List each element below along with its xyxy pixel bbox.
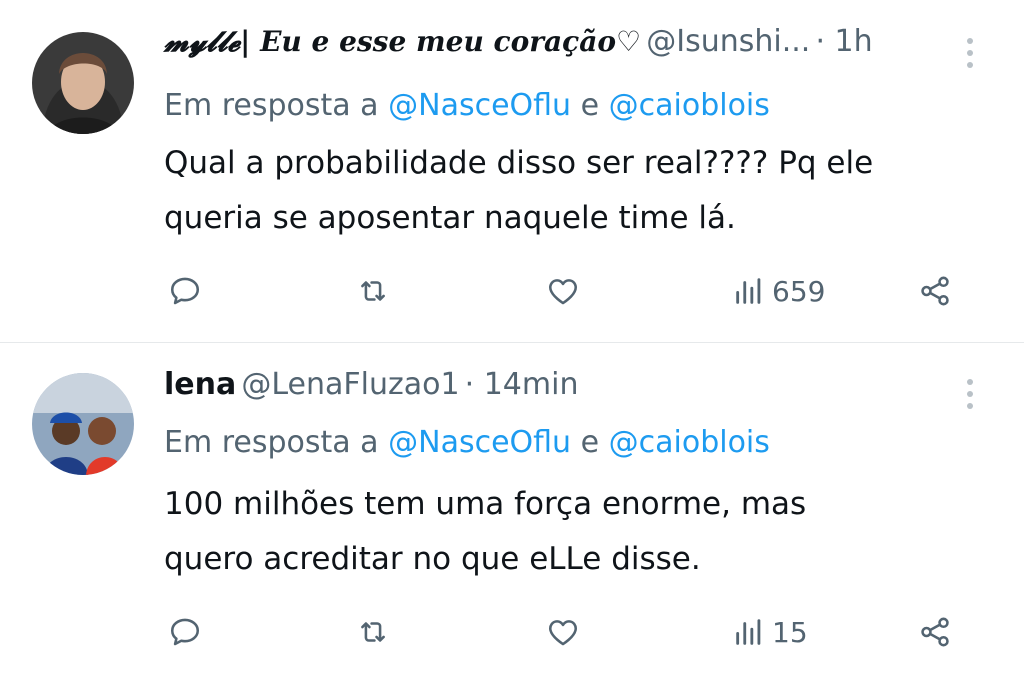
avatar[interactable] (32, 373, 134, 475)
views-button[interactable]: 659 (732, 266, 825, 316)
reply-context: Em resposta a @NasceOflu e @caioblois (164, 425, 770, 460)
retweet-button[interactable] (356, 266, 390, 316)
reply-conjunction: e (580, 88, 600, 123)
action-bar: 15 (0, 607, 1024, 657)
avatar[interactable] (32, 32, 134, 134)
views-count: 659 (772, 274, 826, 308)
reply-context: Em resposta a @NasceOflu e @caioblois (164, 88, 770, 123)
views-count: 15 (772, 615, 808, 649)
reply-conjunction: e (580, 425, 600, 460)
more-vertical-icon[interactable] (960, 379, 980, 415)
views-icon (736, 619, 761, 645)
share-icon (921, 276, 949, 306)
reply-button[interactable] (168, 607, 202, 657)
mention-link[interactable]: @caioblois (609, 425, 770, 460)
timestamp[interactable]: · 1h (815, 24, 872, 59)
retweet-button[interactable] (356, 607, 390, 657)
tweet-header: 𝓶𝔂𝓵𝓵𝓮| Eu e esse meu coração♡ @Isunshi..… (164, 24, 873, 64)
share-button[interactable] (918, 607, 952, 657)
tweet-text: 100 milhões tem uma força enorme, mas qu… (164, 477, 1004, 587)
more-vertical-icon[interactable] (960, 38, 980, 74)
tweet-text: Qual a probabilidade disso ser real???? … (164, 136, 1004, 246)
tweet-reply[interactable]: 𝓶𝔂𝓵𝓵𝓮| Eu e esse meu coração♡ @Isunshi..… (0, 0, 1024, 342)
reply-prefix: Em resposta a (164, 425, 379, 460)
handle[interactable]: @Isunshi... (646, 24, 810, 59)
mention-link[interactable]: @NasceOflu (388, 88, 571, 123)
tweet-text-line: quero acreditar no que eLLe disse. (164, 541, 701, 577)
mention-link[interactable]: @caioblois (609, 88, 770, 123)
reply-icon (170, 618, 200, 646)
retweet-icon (361, 281, 385, 301)
share-button[interactable] (918, 266, 952, 316)
like-icon (549, 620, 577, 646)
retweet-icon (361, 622, 385, 642)
reply-icon (170, 277, 200, 305)
tweet-text-line: 100 milhões tem uma força enorme, mas (164, 486, 807, 522)
mention-link[interactable]: @NasceOflu (388, 425, 571, 460)
action-bar: 659 (0, 266, 1024, 316)
like-icon (549, 279, 577, 305)
tweet-reply[interactable]: lena @LenaFluzao1 · 14min Em resposta a … (0, 342, 1024, 685)
tweet-header: lena @LenaFluzao1 · 14min (164, 367, 578, 407)
share-icon (921, 617, 949, 647)
tweet-text-line: queria se aposentar naquele time lá. (164, 200, 736, 236)
reply-button[interactable] (168, 266, 202, 316)
display-name[interactable]: 𝓶𝔂𝓵𝓵𝓮| Eu e esse meu coração♡ (164, 25, 641, 58)
views-icon (736, 278, 761, 304)
display-name[interactable]: lena (164, 367, 236, 402)
like-button[interactable] (546, 266, 580, 316)
timestamp[interactable]: · 14min (465, 367, 579, 402)
reply-prefix: Em resposta a (164, 88, 379, 123)
like-button[interactable] (546, 607, 580, 657)
views-button[interactable]: 15 (732, 607, 808, 657)
handle[interactable]: @LenaFluzao1 (241, 367, 459, 402)
tweet-text-line: Qual a probabilidade disso ser real???? … (164, 145, 874, 181)
